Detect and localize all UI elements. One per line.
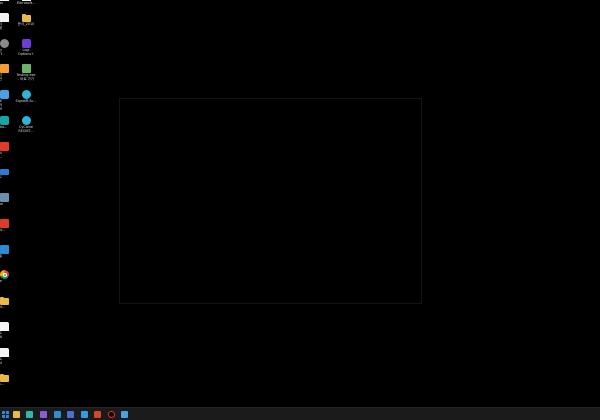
windows-start-icon xyxy=(2,411,9,418)
taskbar-button[interactable] xyxy=(80,410,89,419)
visual-studio-icon xyxy=(40,411,47,418)
desktop-icon-label: PC xyxy=(0,175,2,179)
app-window-icon xyxy=(121,411,128,418)
app-orange-icon xyxy=(0,64,9,73)
pdf-icon xyxy=(0,219,9,228)
desktop-icon[interactable]: SignalR.Sc... xyxy=(15,90,37,103)
document-icon xyxy=(0,348,9,357)
app-blue-icon xyxy=(0,245,9,254)
desktop-icon-label: 실 자전 xyxy=(0,73,2,81)
powerpoint-icon xyxy=(94,411,101,418)
file-explorer-icon xyxy=(13,411,20,418)
document-icon xyxy=(0,322,9,331)
document-icon xyxy=(21,0,31,1)
visual-studio-code-icon xyxy=(54,411,61,418)
shield-icon xyxy=(0,90,9,99)
desktop-icon-label: 핵스트 25.56 xyxy=(0,331,2,339)
desktop-icon-label: 로 토어 2019 xyxy=(0,99,2,111)
desktop-icon[interactable]: 핵스트 45.64 xyxy=(0,348,14,365)
desktop-icon[interactable]: ptTes... xyxy=(0,373,14,386)
app-icon xyxy=(67,411,74,418)
desktop-icon-label: CyClone REGIST... xyxy=(18,125,34,133)
app-purple-icon xyxy=(21,39,31,48)
desktop-icon[interactable]: 실 자전 xyxy=(0,64,14,81)
edge-browser-icon xyxy=(26,411,33,418)
desktop-icon-label: SignalR.Sc... xyxy=(15,99,37,103)
desktop-icon-label: ptTes... xyxy=(0,382,5,386)
taskbar-button[interactable] xyxy=(1,410,10,419)
desktop-icon-label: Creatio... xyxy=(0,125,8,129)
taskbar-button[interactable] xyxy=(120,410,129,419)
app-cyan-icon xyxy=(21,116,31,125)
desktop-icon[interactable]: rome xyxy=(0,270,14,283)
desktop-icon-label: Logi Options+ xyxy=(18,48,34,56)
app-teal-icon xyxy=(0,116,9,125)
desktop-icon[interactable]: CyClone REGIST... xyxy=(15,116,37,133)
desktop-icon[interactable]: Microsoft... xyxy=(15,0,37,5)
monitor-icon xyxy=(0,169,9,175)
folder-icon xyxy=(21,13,31,22)
desktop-icon-label: itify .3.771 xyxy=(0,48,3,56)
exe-icon xyxy=(0,193,9,202)
desktop-icon[interactable]: itify .3.771 xyxy=(0,39,14,56)
taskbar xyxy=(0,407,600,420)
desktop-icon-label: 문서_2010 xyxy=(17,22,35,26)
record-icon xyxy=(108,411,115,418)
desktop-icon[interactable]: 로 토어 2019 xyxy=(0,90,14,111)
gear-icon xyxy=(0,39,9,48)
desktop-icon-label: 00 8... xyxy=(0,151,2,159)
desktop-icon-label: 핵스트 45.64 xyxy=(0,357,2,365)
app-cyan-icon xyxy=(21,90,31,99)
desktop-icon-label: ndows xyxy=(0,1,3,5)
desktop-icon[interactable]: Logi Options+ xyxy=(15,39,37,56)
pdf-icon xyxy=(0,142,9,151)
desktop-icon-label: Credit... xyxy=(0,305,6,309)
desktop-icon[interactable]: ndows xyxy=(0,0,14,5)
taskbar-button[interactable] xyxy=(12,410,21,419)
desktop-icon[interactable]: ell.exe xyxy=(0,193,14,206)
taskbar-button[interactable] xyxy=(66,410,75,419)
document-icon xyxy=(0,13,9,22)
chrome-icon xyxy=(0,270,9,279)
taskbar-button[interactable] xyxy=(93,410,102,419)
folder-icon xyxy=(0,373,9,382)
desktop-icon[interactable]: PC xyxy=(0,167,14,179)
desktop-icon[interactable]: Creatio... xyxy=(0,116,14,129)
remote-screen-frame[interactable] xyxy=(119,98,422,304)
photoshop-icon xyxy=(81,411,88,418)
desktop-icon[interactable]: Credit... xyxy=(0,296,14,309)
desktop-icon[interactable]: 의 식제 xyxy=(0,13,14,30)
desktop-icon[interactable]: 핵스트 25.56 xyxy=(0,322,14,339)
taskbar-button[interactable] xyxy=(25,410,34,419)
desktop-icon-label: rome xyxy=(0,279,2,283)
desktop: ndows 의 식제 itify .3.771 실 자전로 토어 2019 Creati… xyxy=(0,0,600,407)
taskbar-button[interactable] xyxy=(107,410,116,419)
taskbar-button[interactable] xyxy=(39,410,48,419)
desktop-icon[interactable]: Credit... xyxy=(0,219,14,232)
desktop-icon-label: ell.exe xyxy=(0,202,4,206)
desktop-icon[interactable]: 로필 xyxy=(0,245,14,258)
desktop-icon-label: 로필 xyxy=(0,254,2,258)
app-green-icon xyxy=(21,64,31,73)
document-icon xyxy=(0,0,9,1)
desktop-icon-label: Microsoft... xyxy=(16,1,36,5)
desktop-icon[interactable]: 00 8... xyxy=(0,142,14,159)
desktop-icon-label: 의 식제 xyxy=(0,22,2,30)
desktop-icon-label: Credit... xyxy=(0,228,6,232)
taskbar-button[interactable] xyxy=(53,410,62,419)
desktop-icon[interactable]: Testing.exe - 바로 가기 xyxy=(15,64,37,81)
folder-icon xyxy=(0,296,9,305)
desktop-icon-label: Testing.exe - 바로 가기 xyxy=(16,73,36,81)
desktop-icon[interactable]: 문서_2010 xyxy=(15,13,37,26)
